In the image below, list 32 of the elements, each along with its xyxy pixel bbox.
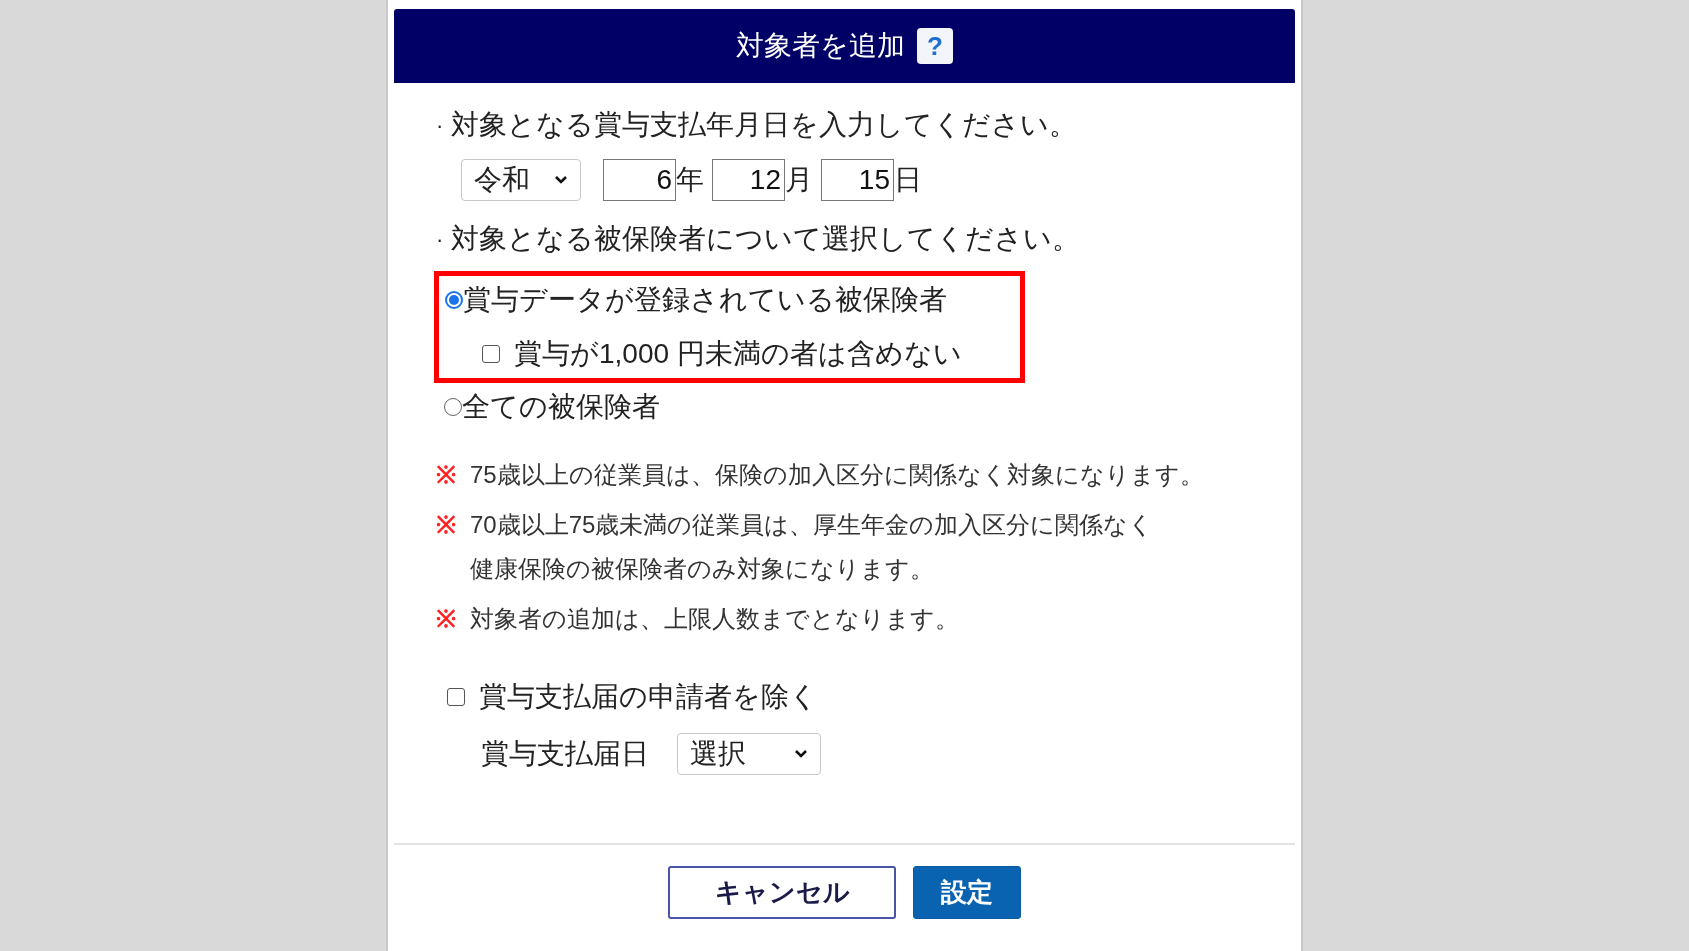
instruction-text: 対象となる賞与支払年月日を入力してください。 <box>451 108 1078 142</box>
radio-label: 賞与データが登録されている被保険者 <box>463 283 947 317</box>
checkbox[interactable] <box>447 688 465 706</box>
note-text: 75歳以上の従業員は、保険の加入区分に関係なく対象になります。 <box>470 460 1204 490</box>
checkbox-label: 賞与が1,000 円未満の者は含めない <box>514 337 962 371</box>
dialog-title: 対象者を追加 <box>736 29 905 63</box>
date-label: 賞与支払届日 <box>481 737 649 771</box>
cancel-button[interactable]: キャンセル <box>668 866 896 919</box>
bullet-mark: · <box>436 225 444 254</box>
radio-button[interactable] <box>445 291 463 309</box>
checkbox[interactable] <box>482 345 500 363</box>
note-mark: ※ <box>436 510 457 540</box>
note-mark: ※ <box>436 604 457 634</box>
confirm-button[interactable]: 設定 <box>913 866 1021 919</box>
date-dropdown[interactable]: 選択 <box>677 733 821 775</box>
radio-label: 全ての被保険者 <box>462 390 660 424</box>
chevron-icon <box>794 749 808 759</box>
month-input[interactable]: 12 <box>712 159 785 201</box>
era-dropdown[interactable]: 令和 <box>461 159 581 201</box>
bullet-mark: · <box>436 111 444 140</box>
unit-label: 日 <box>894 163 922 197</box>
note-mark: ※ <box>436 460 457 490</box>
chevron-icon <box>554 175 568 185</box>
note-text: 対象者の追加は、上限人数までとなります。 <box>470 604 959 634</box>
day-input[interactable]: 15 <box>821 159 894 201</box>
year-input[interactable]: 6 <box>603 159 676 201</box>
instruction-text: 対象となる被保険者について選択してください。 <box>451 222 1081 256</box>
unit-label: 年 <box>676 163 704 197</box>
note-text: 70歳以上75歳未満の従業員は、厚生年金の加入区分に関係なく 健康保険の被保険者のみ対象になります。 <box>470 510 1154 584</box>
help-button[interactable]: ? <box>917 28 953 64</box>
unit-label: 月 <box>785 163 813 197</box>
checkbox-label: 賞与支払届の申請者を除く <box>479 680 818 714</box>
